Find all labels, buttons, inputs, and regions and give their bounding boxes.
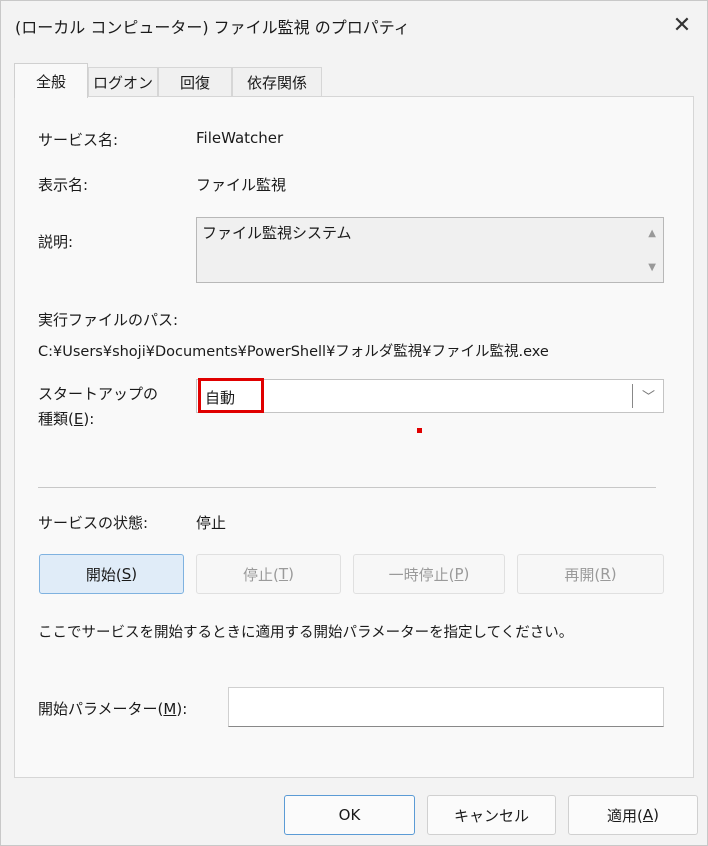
- label-part: 種類(: [38, 410, 74, 428]
- service-name-label: サービス名:: [38, 131, 119, 149]
- startup-type-label-line1: スタートアップの: [38, 385, 159, 403]
- properties-dialog: (ローカル コンピューター) ファイル監視 のプロパティ ✕ 全般 ログオン 回…: [0, 0, 708, 846]
- general-tab-panel: サービス名: FileWatcher 表示名: ファイル監視 説明: ファイル監…: [14, 96, 694, 778]
- combo-separator: [632, 384, 633, 408]
- label-part: 開始(: [85, 565, 122, 584]
- access-key: A: [642, 806, 654, 824]
- label-part: 適用(: [607, 806, 643, 825]
- label-part: ): [131, 565, 138, 583]
- exe-path-value: C:¥Users¥shoji¥Documents¥PowerShell¥フォルダ…: [38, 344, 549, 360]
- label-part: 停止(: [243, 565, 279, 584]
- annotation-dot: [417, 428, 422, 433]
- startup-type-label-line2: 種類(E):: [38, 408, 94, 429]
- cancel-button[interactable]: キャンセル: [427, 795, 556, 835]
- service-status-label: サービスの状態:: [38, 514, 149, 532]
- label-part: 一時停止(: [388, 565, 455, 584]
- label-part: ): [610, 565, 617, 583]
- access-key: T: [278, 565, 289, 583]
- label-part: ):: [176, 700, 188, 718]
- display-name-label: 表示名:: [38, 176, 89, 194]
- description-text: ファイル監視システム: [202, 224, 352, 242]
- tab-dependencies[interactable]: 依存関係: [232, 67, 322, 97]
- tab-general[interactable]: 全般: [14, 63, 88, 98]
- access-key: M: [163, 700, 177, 718]
- access-key: S: [121, 565, 132, 583]
- pause-button[interactable]: 一時停止(P): [353, 554, 505, 594]
- window-title: (ローカル コンピューター) ファイル監視 のプロパティ: [15, 18, 410, 37]
- label-part: ): [288, 565, 294, 583]
- label-part: 再開(: [564, 565, 601, 584]
- ok-button[interactable]: OK: [284, 795, 415, 835]
- stop-button[interactable]: 停止(T): [196, 554, 341, 594]
- start-parameters-input[interactable]: [228, 687, 664, 727]
- access-key: E: [73, 410, 84, 428]
- label-part: 開始パラメーター(: [38, 700, 164, 718]
- label-part: ):: [83, 410, 95, 428]
- apply-button[interactable]: 適用(A): [568, 795, 698, 835]
- service-name-value: FileWatcher: [196, 129, 284, 147]
- title-bar: (ローカル コンピューター) ファイル監視 のプロパティ ✕: [1, 1, 707, 49]
- tab-recovery[interactable]: 回復: [158, 67, 232, 97]
- start-button[interactable]: 開始(S): [39, 554, 184, 594]
- tab-logon[interactable]: ログオン: [88, 67, 158, 97]
- exe-path-label: 実行ファイルのパス:: [38, 311, 179, 329]
- start-parameters-hint: ここでサービスを開始するときに適用する開始パラメーターを指定してください。: [38, 625, 574, 641]
- access-key: P: [454, 565, 464, 583]
- startup-type-select[interactable]: 自動 ﹀: [196, 379, 664, 413]
- access-key: R: [600, 565, 611, 583]
- highlight-annotation: [198, 378, 264, 413]
- description-box[interactable]: ファイル監視システム ▲ ▼: [196, 217, 664, 283]
- display-name-value: ファイル監視: [196, 176, 287, 194]
- resume-button[interactable]: 再開(R): [517, 554, 664, 594]
- description-label: 説明:: [38, 233, 74, 251]
- chevron-down-icon[interactable]: ﹀: [642, 386, 655, 405]
- start-parameters-label: 開始パラメーター(M):: [38, 698, 187, 719]
- service-status-value: 停止: [196, 514, 227, 532]
- section-divider: [38, 487, 656, 488]
- close-icon: ✕: [672, 12, 692, 38]
- scroll-up-icon[interactable]: ▲: [648, 228, 656, 239]
- scroll-down-icon[interactable]: ▼: [648, 262, 656, 273]
- label-part: ): [463, 565, 470, 583]
- close-button[interactable]: ✕: [657, 1, 707, 49]
- label-part: ): [653, 806, 659, 824]
